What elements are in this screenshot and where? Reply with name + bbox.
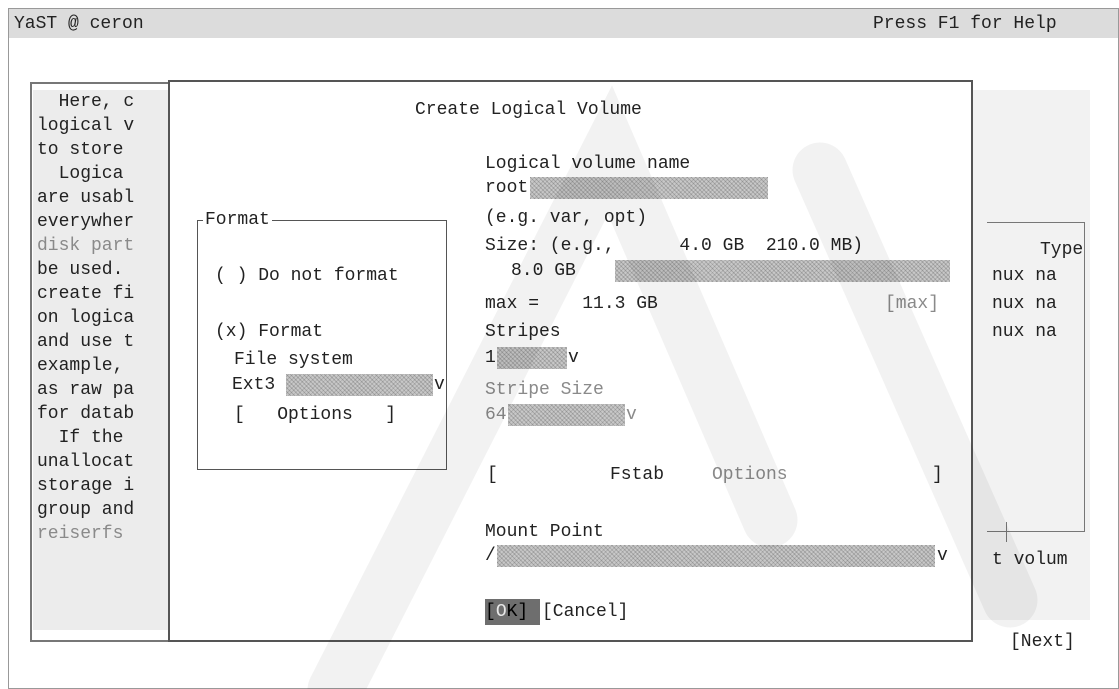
stripes-value: 1 — [485, 348, 496, 368]
help-line: create fi — [37, 284, 135, 304]
table-footer-text: t volum — [992, 550, 1068, 570]
help-hint: Press F1 for Help — [873, 14, 1057, 34]
chevron-down-icon[interactable]: v — [626, 403, 637, 427]
help-line: If the — [37, 428, 124, 448]
chevron-down-icon[interactable]: v — [937, 544, 948, 568]
help-line: are usabl — [37, 188, 135, 208]
stripes-select[interactable] — [497, 347, 567, 369]
chevron-down-icon[interactable]: v — [434, 373, 445, 397]
help-line: for datab — [37, 404, 135, 424]
lv-name-value: root — [485, 178, 529, 198]
stripes-label: Stripes — [485, 322, 561, 342]
fstab-label: Fstab — [610, 465, 665, 485]
format-radio[interactable]: (x) Format — [215, 320, 323, 344]
help-line: to store — [37, 140, 124, 160]
help-line: be used. — [37, 260, 124, 280]
help-line: logical v — [37, 116, 135, 136]
mount-point-label: Mount Point — [485, 522, 604, 542]
cancel-button[interactable]: [Cancel] — [542, 600, 628, 624]
help-line: storage i — [37, 476, 135, 496]
ok-bracket: [ — [485, 602, 496, 622]
max-button[interactable]: [max] — [885, 292, 939, 316]
ok-hotkey: O — [495, 602, 507, 622]
mount-point-value: / — [485, 546, 496, 566]
max-size-label: max = 11.3 GB — [485, 294, 658, 314]
table-row[interactable]: nux na — [992, 264, 1057, 288]
next-button[interactable]: [Next] — [1010, 630, 1075, 654]
help-line: everywher — [37, 212, 135, 232]
dialog-title: Create Logical Volume — [415, 100, 642, 120]
partition-table-frame-tick — [1006, 522, 1007, 542]
size-input[interactable] — [615, 260, 950, 282]
stripe-size-select[interactable] — [508, 404, 625, 426]
size-label: Size: (e.g., 4.0 GB 210.0 MB) — [485, 236, 864, 256]
do-not-format-radio[interactable]: ( ) Do not format — [215, 264, 399, 288]
format-group-title: Format — [203, 208, 272, 232]
size-value: 8.0 GB — [511, 261, 576, 281]
lv-name-label: Logical volume name — [485, 154, 691, 174]
help-line: unallocat — [37, 452, 135, 472]
help-line: reiserfs — [37, 524, 124, 544]
options-button[interactable]: [ Options ] — [234, 403, 396, 427]
stripe-size-label: Stripe Size — [485, 380, 604, 400]
lv-name-hint: (e.g. var, opt) — [485, 208, 648, 228]
file-system-label: File system — [234, 350, 353, 370]
ok-label: K] — [506, 602, 529, 622]
mount-point-input[interactable] — [497, 545, 935, 567]
fstab-bracket-right: ] — [932, 465, 943, 485]
table-header-type: Type — [1040, 240, 1084, 260]
table-row[interactable]: nux na — [992, 292, 1057, 316]
help-line: disk part — [37, 236, 135, 256]
help-line: Here, c — [37, 92, 135, 112]
table-row[interactable]: nux na — [992, 320, 1057, 344]
stripe-size-value: 64 — [485, 405, 507, 425]
help-line: and use t — [37, 332, 135, 352]
partition-table-frame-edge — [987, 531, 1007, 532]
help-text[interactable]: Here, c logical v to store Logica are us… — [33, 90, 169, 630]
app-title: YaST @ ceron — [14, 14, 144, 34]
fstab-bracket-left: [ — [487, 465, 498, 485]
file-system-value: Ext3 — [232, 375, 276, 395]
format-group-frame — [197, 220, 447, 470]
help-line: example, — [37, 356, 124, 376]
help-line: as raw pa — [37, 380, 135, 400]
lv-name-input[interactable] — [530, 177, 768, 199]
ok-button[interactable]: [OK] — [485, 599, 540, 625]
help-line: Logica — [37, 164, 124, 184]
chevron-down-icon[interactable]: v — [568, 346, 579, 370]
help-line: group and — [37, 500, 135, 520]
fstab-label-dim: Options — [712, 465, 788, 485]
file-system-select[interactable] — [286, 374, 433, 396]
help-line: on logica — [37, 308, 135, 328]
